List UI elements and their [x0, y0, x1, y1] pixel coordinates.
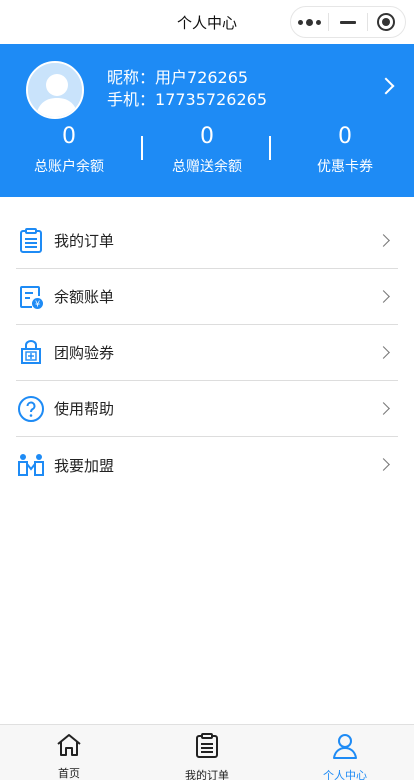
default-avatar-icon: [28, 63, 82, 117]
chevron-right-icon: [377, 346, 390, 359]
nickname-value: 用户726265: [155, 68, 249, 87]
nickname-label: 昵称：: [107, 68, 156, 87]
menu-item-balance-bill[interactable]: ¥ 余额账单: [16, 269, 398, 325]
chevron-right-icon: [377, 402, 390, 415]
order-list-icon: [17, 227, 45, 255]
phone-value: 17735726265: [155, 90, 267, 109]
stat-divider: [269, 136, 271, 160]
stat-divider: [141, 136, 143, 160]
menu-item-group-coupon[interactable]: 团购验券: [16, 325, 398, 381]
menu-item-label: 使用帮助: [54, 400, 115, 418]
menu-item-join[interactable]: 我要加盟: [16, 437, 398, 493]
help-icon: [17, 395, 45, 423]
menu-item-label: 我要加盟: [54, 456, 115, 475]
chevron-right-icon: [377, 458, 390, 471]
navigation-bar: 个人中心: [0, 0, 414, 44]
stat-value: 0: [338, 124, 352, 149]
mini-program-capsule: [290, 6, 406, 38]
group-coupon-icon: [17, 339, 45, 367]
account-stats: 0 总账户余额 0 总赠送余额 0 优惠卡券: [0, 124, 414, 184]
person-icon: [332, 733, 358, 763]
chevron-right-icon: [377, 290, 390, 303]
tab-label: 个人中心: [323, 769, 367, 780]
svg-text:¥: ¥: [35, 299, 40, 308]
menu-item-label: 我的订单: [54, 232, 115, 250]
minimize-button[interactable]: [329, 7, 366, 37]
nickname-row: 昵称： 用户726265: [107, 67, 267, 89]
phone-label: 手机：: [107, 90, 156, 109]
stat-total-balance[interactable]: 0 总账户余额: [0, 124, 138, 184]
phone-row: 手机： 17735726265: [107, 89, 267, 111]
tab-label: 我的订单: [185, 769, 229, 780]
user-info[interactable]: 昵称： 用户726265 手机： 17735726265: [107, 67, 267, 111]
menu-item-help[interactable]: 使用帮助: [16, 381, 398, 437]
close-button[interactable]: [368, 7, 405, 37]
stat-coupons[interactable]: 0 优惠卡券: [276, 124, 414, 184]
tab-my-orders[interactable]: 我的订单: [138, 725, 276, 780]
tab-home[interactable]: 首页: [0, 725, 138, 780]
more-dots-icon: [298, 18, 322, 26]
stat-label: 总账户余额: [34, 159, 104, 175]
order-icon: [195, 733, 219, 763]
balance-bill-icon: ¥: [17, 283, 45, 311]
join-icon: [17, 451, 45, 479]
stat-gift-balance[interactable]: 0 总赠送余额: [138, 124, 276, 184]
home-icon: [56, 733, 82, 761]
stat-value: 0: [200, 124, 214, 149]
menu-item-my-orders[interactable]: 我的订单: [16, 213, 398, 269]
more-menu-button[interactable]: [291, 7, 328, 37]
tab-personal-center[interactable]: 个人中心: [276, 725, 414, 780]
profile-chevron-right-icon[interactable]: [377, 77, 395, 95]
chevron-right-icon: [377, 234, 390, 247]
stat-value: 0: [62, 124, 76, 149]
tab-label: 首页: [58, 767, 80, 780]
tab-bar: 首页 我的订单 个人中心: [0, 724, 414, 780]
avatar[interactable]: [26, 61, 84, 119]
minimize-icon: [339, 20, 356, 24]
stat-label: 优惠卡券: [317, 159, 373, 175]
profile-header: 昵称： 用户726265 手机： 17735726265 0 总账户余额 0 总…: [0, 44, 414, 197]
menu-item-label: 余额账单: [54, 288, 115, 306]
stat-label: 总赠送余额: [172, 159, 242, 175]
close-target-icon: [377, 13, 396, 31]
menu-list: 我的订单 ¥ 余额账单 团购验券 使用帮助 我要加盟: [16, 213, 398, 493]
menu-item-label: 团购验券: [54, 344, 115, 362]
